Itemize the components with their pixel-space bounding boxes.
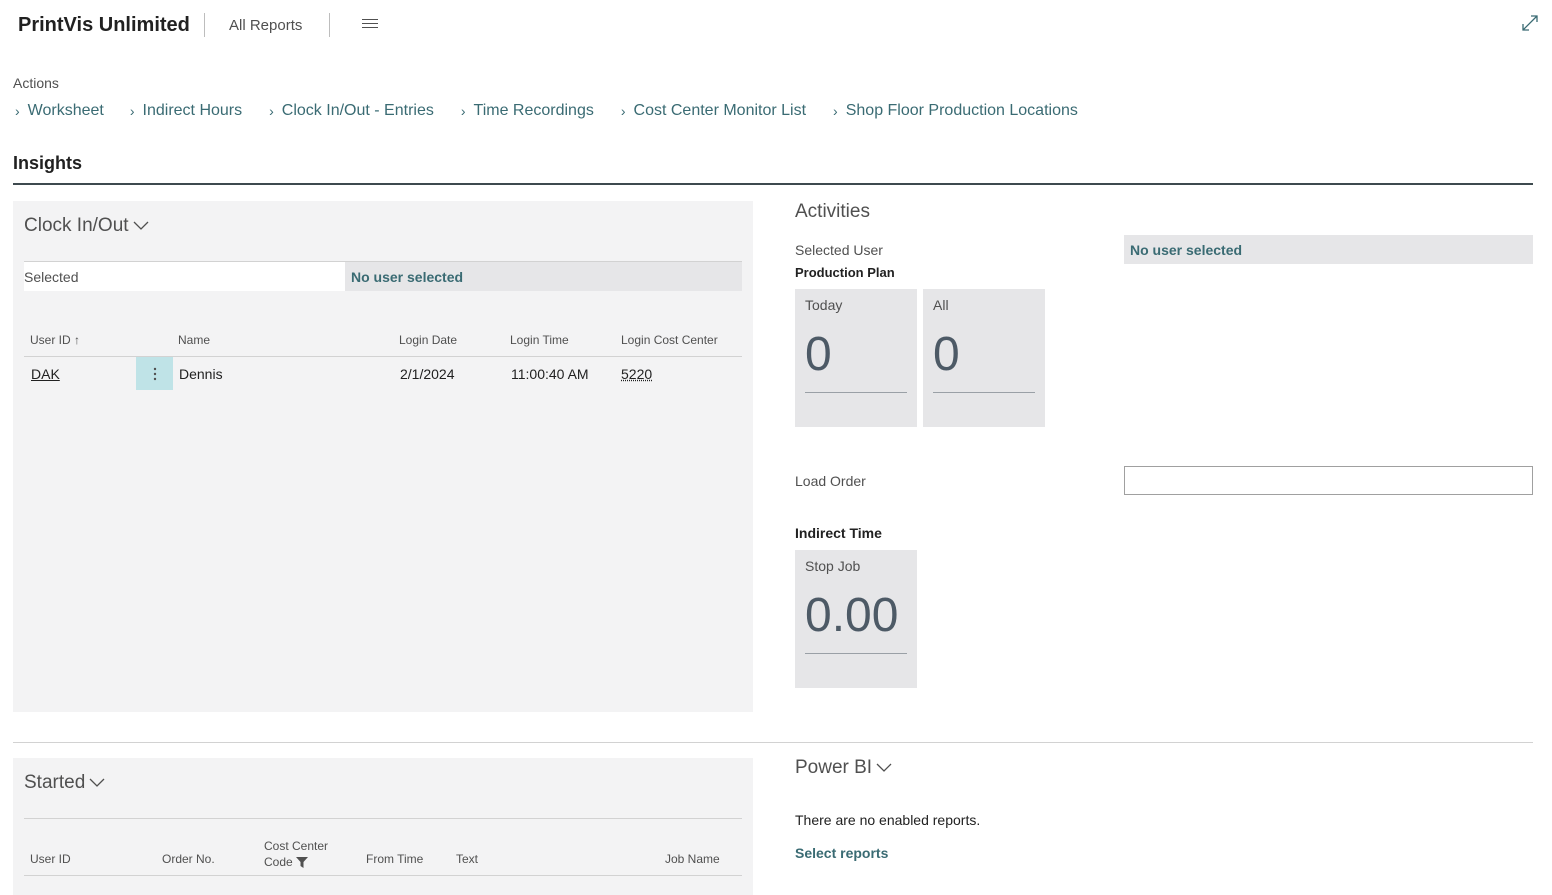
cue-value: 0.00	[805, 589, 899, 642]
action-label: Cost Center Monitor List	[633, 102, 807, 119]
cue-label: Stop Job	[805, 558, 861, 574]
sort-ascending-icon: ↑	[74, 333, 81, 347]
load-order-label: Load Order	[795, 473, 866, 489]
col-label-line2: Code	[264, 855, 293, 869]
chevron-right-icon: ›	[269, 103, 274, 119]
cell-login-cost-center[interactable]: 5220	[621, 366, 652, 382]
select-reports-link[interactable]: Select reports	[795, 845, 888, 861]
cue-all[interactable]: All 0	[923, 289, 1045, 427]
col-user-id[interactable]: User ID ↑	[30, 333, 80, 347]
section-divider	[13, 742, 1533, 743]
actions-label: Actions	[13, 75, 59, 91]
activities-title: Activities	[795, 201, 870, 222]
started-title[interactable]: Started	[24, 772, 105, 794]
cue-label: Today	[805, 297, 843, 313]
col-login-time[interactable]: Login Time	[510, 333, 569, 347]
more-vertical-icon	[153, 367, 156, 380]
col-user-id[interactable]: User ID	[30, 852, 71, 866]
action-time-recordings[interactable]: › Time Recordings	[461, 102, 594, 120]
col-name[interactable]: Name	[178, 333, 210, 347]
hamburger-icon[interactable]	[362, 19, 378, 31]
action-label: Shop Floor Production Locations	[845, 102, 1078, 119]
header-divider	[204, 13, 205, 37]
cue-underline	[805, 653, 907, 654]
action-label: Time Recordings	[473, 102, 594, 119]
chevron-right-icon: ›	[15, 103, 20, 119]
filter-icon[interactable]	[295, 856, 308, 868]
part-title-text: Power BI	[795, 757, 873, 778]
action-clock-entries[interactable]: › Clock In/Out - Entries	[269, 102, 434, 120]
chevron-down-icon	[133, 221, 149, 230]
cell-user-id[interactable]: DAK	[31, 366, 60, 382]
col-label: User ID	[30, 333, 71, 347]
production-plan-label: Production Plan	[795, 265, 895, 280]
action-indirect-hours[interactable]: › Indirect Hours	[130, 102, 242, 120]
chevron-right-icon: ›	[129, 103, 135, 119]
power-bi-title[interactable]: Power BI	[795, 757, 892, 779]
divider	[24, 818, 742, 819]
selected-user-label: Selected User	[795, 242, 883, 258]
action-label: Clock In/Out - Entries	[281, 102, 434, 119]
cue-stop-job[interactable]: Stop Job 0.00	[795, 550, 917, 688]
col-from-time[interactable]: From Time	[366, 852, 423, 866]
actions-bar: › Worksheet › Indirect Hours › Clock In/…	[15, 100, 1103, 122]
action-cost-center-monitor[interactable]: › Cost Center Monitor List	[621, 102, 806, 120]
action-label: Indirect Hours	[142, 102, 243, 119]
expand-icon[interactable]	[1521, 14, 1539, 32]
action-shop-floor-locations[interactable]: › Shop Floor Production Locations	[833, 102, 1078, 120]
action-worksheet[interactable]: › Worksheet	[15, 102, 104, 120]
all-reports-link[interactable]: All Reports	[229, 17, 302, 34]
col-order-no[interactable]: Order No.	[162, 852, 215, 866]
part-title-text: Started	[24, 772, 86, 793]
table-header-divider	[24, 875, 742, 876]
part-title-text: Clock In/Out	[24, 215, 129, 236]
action-label: Worksheet	[27, 102, 104, 119]
cell-login-date: 2/1/2024	[400, 366, 455, 382]
insights-title: Insights	[13, 153, 83, 173]
indirect-time-label: Indirect Time	[795, 525, 882, 541]
selected-user-value: No user selected	[345, 262, 742, 291]
cell-login-time: 11:00:40 AM	[511, 366, 589, 382]
insights-divider	[13, 183, 1533, 185]
header-divider	[329, 13, 330, 37]
selected-user-value: No user selected	[1124, 235, 1533, 264]
col-text[interactable]: Text	[456, 852, 478, 866]
app-title: PrintVis Unlimited	[18, 14, 190, 36]
cell-name: Dennis	[179, 366, 223, 382]
col-login-date[interactable]: Login Date	[399, 333, 457, 347]
row-actions-button[interactable]	[136, 357, 173, 390]
cue-value: 0	[805, 328, 832, 381]
clock-in-out-title[interactable]: Clock In/Out	[24, 215, 149, 237]
col-label-line1: Cost Center	[264, 839, 329, 853]
cue-label: All	[933, 297, 949, 313]
chevron-down-icon	[876, 763, 892, 772]
chevron-right-icon: ›	[620, 103, 626, 119]
col-login-cost-center[interactable]: Login Cost Center	[621, 333, 718, 347]
selected-label: Selected	[24, 269, 79, 285]
cue-today[interactable]: Today 0	[795, 289, 917, 427]
chevron-right-icon: ›	[833, 103, 838, 119]
col-cost-center-code[interactable]: Cost Center Code	[264, 838, 328, 870]
cue-underline	[933, 392, 1035, 393]
power-bi-message: There are no enabled reports.	[795, 812, 981, 828]
load-order-input[interactable]	[1124, 466, 1533, 495]
cue-value: 0	[933, 328, 960, 381]
cue-underline	[805, 392, 907, 393]
col-job-name[interactable]: Job Name	[665, 852, 720, 866]
chevron-right-icon: ›	[460, 103, 466, 119]
chevron-down-icon	[89, 778, 105, 787]
